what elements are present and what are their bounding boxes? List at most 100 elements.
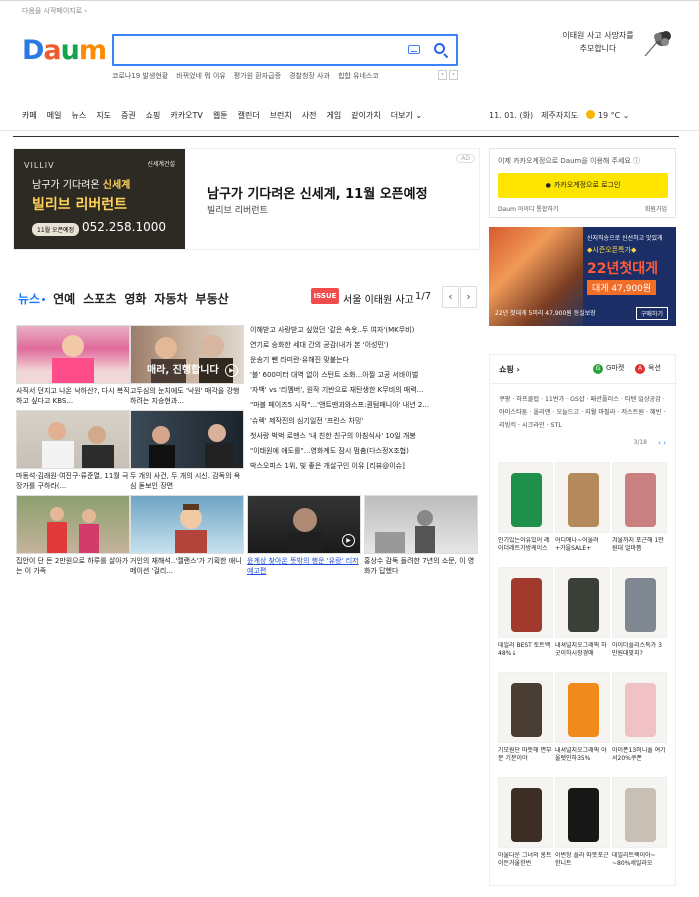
- news-list-item[interactable]: '슈렉' 제작진의 심기일전 '프린스 차밍': [250, 416, 482, 431]
- join-link[interactable]: 회원가입: [645, 204, 667, 213]
- nav-mail[interactable]: 메일: [47, 110, 62, 121]
- news-list-item[interactable]: 첫사랑 벅벅 로맨스 '내 친한 친구의 아침식사' 10일 개봉: [250, 431, 482, 446]
- search-icon[interactable]: [434, 43, 445, 54]
- news-caption[interactable]: 홍상수 감독 돌려한 7년의 소문, 이 영화가 답했다: [364, 556, 478, 576]
- news-thumb[interactable]: [16, 410, 130, 469]
- trending-keyword[interactable]: 바뀌었네 뭐 이유: [176, 71, 226, 81]
- product-card[interactable]: 내셔널지오그래픽 하굿이하시장경매: [555, 567, 610, 658]
- product-image[interactable]: [555, 672, 610, 743]
- trending-keyword[interactable]: 경찰청장 사과: [289, 71, 330, 81]
- nav-stock[interactable]: 증권: [121, 110, 136, 121]
- trending-keyword[interactable]: 평가원 환자급증: [234, 71, 281, 81]
- tab-news[interactable]: 뉴스: [18, 290, 46, 307]
- issue-title[interactable]: 서울 이태원 사고: [343, 291, 414, 306]
- product-label[interactable]: 아울다운 그녀의 롱트이든거울한번: [498, 852, 553, 868]
- trending-prev-button[interactable]: ‹: [438, 70, 447, 80]
- product-image[interactable]: [555, 462, 610, 533]
- product-card[interactable]: 내셔널지오그래픽 아울렛인하35%: [555, 672, 610, 763]
- ad-subtitle[interactable]: 빌리브 리버런트: [207, 203, 268, 216]
- shopping-pager-nav[interactable]: ‹ ›: [658, 439, 666, 447]
- nav-calendar[interactable]: 캘린더: [238, 110, 260, 121]
- keyboard-icon[interactable]: [408, 45, 420, 54]
- news-caption[interactable]: 마동석·김래원·여진구·류준열, 11월 극장가를 구하라(...: [16, 471, 130, 491]
- product-image[interactable]: [555, 567, 610, 638]
- ad-label[interactable]: AD: [456, 154, 475, 163]
- nav-cafe[interactable]: 카페: [22, 110, 37, 121]
- product-label[interactable]: 아이더플리스특가 3만원대맞지?: [612, 642, 667, 658]
- product-card[interactable]: 어디에나~어울려 +가을SALE+: [555, 462, 610, 553]
- product-label[interactable]: 어디에나~어울려 +가을SALE+: [555, 537, 610, 553]
- product-card[interactable]: 기모원단 따뜻해 면부문 기분이야: [498, 672, 553, 763]
- news-caption[interactable]: 윤계상 찾아온 뜻밖의 행운 '유랑' 티저 예고편: [247, 556, 361, 576]
- product-image[interactable]: [555, 777, 610, 848]
- news-prev-button[interactable]: ‹: [442, 286, 459, 308]
- tab-sports[interactable]: 스포츠: [83, 290, 116, 307]
- news-list-item[interactable]: "이태원에 애도를"...영화계도 잠시 멈춤(다스정X조협): [250, 446, 482, 461]
- product-label[interactable]: 아이폰13미니풀 여기서20%쿠폰: [612, 747, 667, 763]
- tab-realestate[interactable]: 부동산: [196, 290, 229, 307]
- product-label[interactable]: 내셔널지오그래픽 하굿이하시장경매: [555, 642, 610, 658]
- news-caption[interactable]: 사직서 던지고 나온 낙하산?, 다시 복직하고 싶다고 KBS...: [16, 386, 130, 406]
- trending-keyword[interactable]: 힙합 유네스코: [338, 71, 379, 81]
- nav-together[interactable]: 같이가치: [351, 110, 380, 121]
- news-thumb[interactable]: [130, 410, 244, 469]
- news-list-item[interactable]: "마블 페이즈5 시작"...'앤트맨과와스프:퀀텀매니아' 내년 2...: [250, 400, 482, 415]
- tab-auto[interactable]: 자동차: [154, 290, 187, 307]
- news-list-item[interactable]: 연기로 승화한 세대 간의 공감(내가 본 '이성민'): [250, 340, 482, 355]
- product-card[interactable]: 아이폰13미니풀 여기서20%쿠폰: [612, 672, 667, 763]
- product-card[interactable]: 데일리트랙이아~ ~80%세일라오: [612, 777, 667, 868]
- product-card[interactable]: 인기있는이유있어 레이더레트가방케이스: [498, 462, 553, 553]
- news-list-item[interactable]: 박스오피스 1위, 빛 좋은 개살구인 이유 [리뷰@이슈]: [250, 461, 482, 476]
- news-thumb[interactable]: [16, 495, 130, 554]
- auction-link[interactable]: 옥션: [635, 363, 661, 374]
- side-ad-banner[interactable]: 산지직송으로 신선하고 맛있게 ◆시즌오픈특가◆ 22년첫대게 대게 47,90…: [489, 227, 676, 326]
- news-thumb[interactable]: ▶: [247, 495, 361, 554]
- shopping-title[interactable]: 쇼핑: [499, 364, 520, 375]
- product-image[interactable]: [498, 567, 553, 638]
- product-card[interactable]: 아울다운 그녀의 롱트이든거울한번: [498, 777, 553, 868]
- ad-title[interactable]: 남구가 기다려온 신세계, 11월 오픈예정: [207, 183, 428, 202]
- trending-next-button[interactable]: ›: [449, 70, 458, 80]
- news-caption[interactable]: 집안이 단 돈 2만원으로 하루를 살아가는 이 가족: [16, 556, 130, 576]
- product-label[interactable]: 겨울까지 포근해 1만원대 얼마쯤: [612, 537, 667, 553]
- news-thumb[interactable]: [364, 495, 478, 554]
- daum-logo[interactable]: D a u m: [22, 34, 107, 64]
- news-next-button[interactable]: ›: [460, 286, 477, 308]
- tab-entertainment[interactable]: 연예: [53, 290, 75, 307]
- product-card[interactable]: 겨울까지 포근해 1만원대 얼마쯤: [612, 462, 667, 553]
- product-label[interactable]: 데일리 BEST 토트백 48%↓: [498, 642, 553, 658]
- product-image[interactable]: [612, 777, 667, 848]
- location-text[interactable]: 제주자치도: [541, 110, 578, 121]
- product-card[interactable]: 아이더플리스특가 3만원대맞지?: [612, 567, 667, 658]
- product-image[interactable]: [498, 777, 553, 848]
- daum-id-link[interactable]: Daum 아이디 통합하기: [498, 204, 558, 213]
- product-image[interactable]: [612, 672, 667, 743]
- nav-shopping[interactable]: 쇼핑: [146, 110, 161, 121]
- search-input[interactable]: [120, 41, 400, 59]
- news-list-item[interactable]: '블' 600미터 대역 없이 스턴트 소화...아찔 고공 서바이벌: [250, 370, 482, 385]
- nav-game[interactable]: 게임: [327, 110, 342, 121]
- ad-image[interactable]: VILLIV 신세계건설 남구가 기다려온 신세계 빌리브 리버런트 11월 오…: [14, 149, 185, 249]
- news-thumb[interactable]: [16, 325, 130, 384]
- nav-map[interactable]: 지도: [96, 110, 111, 121]
- kakao-login-button[interactable]: 카카오계정으로 로그인: [498, 173, 668, 198]
- shopping-categories[interactable]: 쿠팡 · 하프클럽 · 11번가 · GS샵 · 패션플러스 · 티텐 일상공감…: [499, 393, 671, 432]
- nav-news[interactable]: 뉴스: [71, 110, 86, 121]
- product-label[interactable]: 이번창 플라 따뜻포근한니트: [555, 852, 610, 868]
- side-ad-buy-button[interactable]: 구매하기: [635, 307, 668, 320]
- nav-webtoon[interactable]: 웹툰: [213, 110, 228, 121]
- ad-banner[interactable]: VILLIV 신세계건설 남구가 기다려온 신세계 빌리브 리버런트 11월 오…: [13, 148, 480, 250]
- nav-kakaotv[interactable]: 카카오TV: [170, 110, 202, 121]
- news-thumb[interactable]: 매라, 진행합니다 ▶: [130, 325, 244, 384]
- product-image[interactable]: [612, 567, 667, 638]
- news-list-item[interactable]: 이해받고 사랑받고 싶었던 '같은 속옷..두 여자'(MK무비): [250, 325, 482, 340]
- product-label[interactable]: 데일리트랙이아~ ~80%세일라오: [612, 852, 667, 868]
- product-card[interactable]: 이번창 플라 따뜻포근한니트: [555, 777, 610, 868]
- product-label[interactable]: 인기있는이유있어 레이더레트가방케이스: [498, 537, 553, 553]
- news-caption[interactable]: 두 개의 사건, 두 개의 시신. 감독의 욕심 돋보인 장면: [130, 471, 244, 491]
- product-label[interactable]: 기모원단 따뜻해 면부문 기분이야: [498, 747, 553, 763]
- news-caption[interactable]: 거인의 재해석..'젤랜스'가 기획한 애니메이션 '걸리...: [130, 556, 244, 576]
- nav-dictionary[interactable]: 사전: [302, 110, 317, 121]
- product-image[interactable]: [612, 462, 667, 533]
- product-image[interactable]: [498, 672, 553, 743]
